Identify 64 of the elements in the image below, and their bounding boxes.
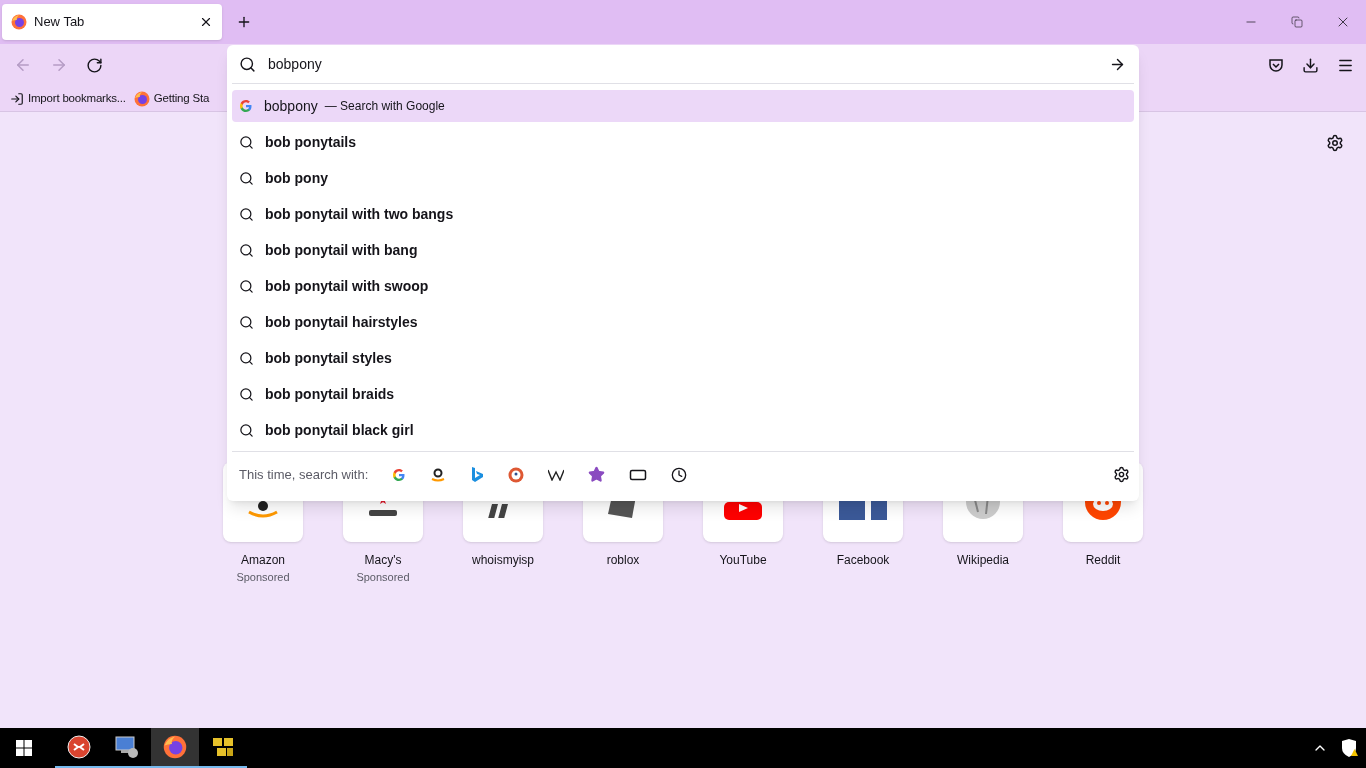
shortcut-title: whoismyisp	[472, 552, 534, 569]
security-warning-icon[interactable]	[1340, 739, 1358, 757]
search-icon	[239, 170, 254, 186]
google-icon	[392, 467, 407, 482]
puzzle-icon	[211, 735, 235, 759]
reload-icon[interactable]	[86, 56, 103, 74]
search-icon	[239, 278, 254, 294]
firefox-icon	[163, 735, 187, 759]
shortcut-title: roblox	[606, 552, 640, 569]
bookmark-item[interactable]: Import bookmarks...	[10, 89, 126, 108]
shortcut-title: YouTube	[719, 552, 767, 569]
pocket-icon[interactable]	[1268, 57, 1284, 73]
shortcut-title: Macy's	[364, 552, 402, 569]
address-field[interactable]: bobpony	[232, 45, 1134, 84]
shortcut-title: Facebook	[836, 552, 890, 569]
close-tab-icon[interactable]	[199, 15, 213, 29]
suggestion-text: bob ponytail braids	[265, 384, 395, 404]
computer-icon	[115, 735, 139, 759]
google-icon	[239, 99, 253, 113]
import-icon	[10, 91, 24, 106]
restore-icon	[1291, 16, 1303, 28]
bookmark-item[interactable]: Getting Sta	[133, 89, 210, 108]
suggestion-text: bob ponytail with swoop	[265, 276, 429, 296]
shortcut-title: Reddit	[1085, 552, 1121, 569]
wikipedia-icon[interactable]	[548, 468, 565, 481]
windows-start-icon[interactable]	[16, 740, 32, 756]
remote-desktop-icon	[67, 735, 91, 759]
star-icon[interactable]	[588, 466, 606, 483]
search-with-label: This time, search with:	[239, 465, 369, 484]
sponsored-label: Sponsored	[236, 570, 290, 585]
shortcut-title: Wikipedia	[957, 552, 1009, 569]
suggestion-text: bob ponytail with bang	[265, 240, 418, 260]
sponsored-label: Sponsored	[356, 570, 410, 585]
suggestion-hint: — Search with Google	[324, 98, 445, 115]
search-icon	[239, 350, 254, 366]
suggestion-text: bobpony	[264, 96, 318, 116]
download-icon[interactable]	[1302, 56, 1319, 74]
suggestion-text: bob ponytails	[265, 132, 356, 152]
search-icon	[239, 242, 254, 258]
tab-title: New Tab	[34, 13, 86, 32]
history-icon[interactable]	[671, 466, 688, 483]
search-icon	[239, 134, 254, 150]
address-text: bobpony	[268, 54, 323, 74]
search-icon	[239, 206, 254, 222]
suggestion-text: bob ponytail styles	[265, 348, 392, 368]
new-tab-button[interactable]	[236, 14, 252, 30]
search-icon	[239, 422, 254, 438]
suggestion-text: bob ponytail hairstyles	[265, 312, 418, 332]
plus-icon	[236, 14, 252, 30]
suggestion-text: bob pony	[265, 168, 328, 188]
firefox-icon	[133, 90, 150, 107]
taskbar-button[interactable]	[151, 728, 199, 768]
search-icon	[239, 55, 256, 73]
firefox-icon	[11, 14, 27, 30]
settings-icon[interactable]	[1326, 134, 1344, 152]
search-icon	[239, 314, 254, 330]
suggestion-row[interactable]: bobpony — Search with Google	[232, 90, 1134, 122]
browser-tab[interactable]: New Tab	[2, 4, 222, 40]
suggestion-text: bob ponytail with two bangs	[265, 204, 454, 224]
search-icon	[239, 386, 254, 402]
bing-icon[interactable]	[470, 466, 485, 483]
settings-icon[interactable]	[1113, 466, 1130, 483]
shortcut-title: Amazon	[241, 552, 285, 569]
suggestion-text: bob ponytail black girl	[265, 420, 414, 440]
